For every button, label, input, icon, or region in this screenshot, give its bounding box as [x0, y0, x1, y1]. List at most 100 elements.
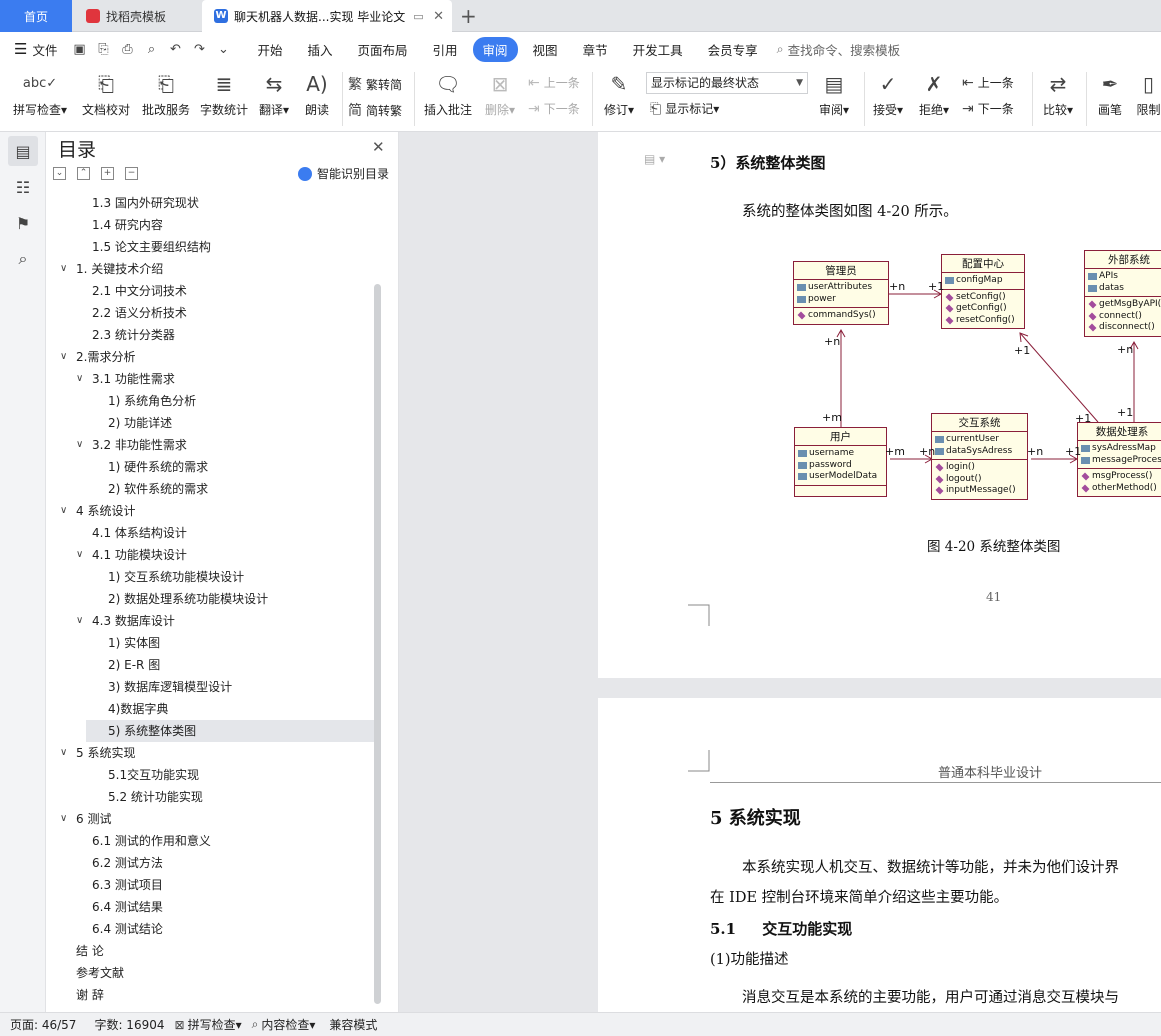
toc-item[interactable]: ∨ 5 系统实现: [46, 742, 376, 764]
toc-item[interactable]: 2.3 统计分类器: [46, 324, 376, 346]
menu-tab[interactable]: 开始: [247, 37, 292, 62]
menu-tab[interactable]: 会员专享: [698, 37, 768, 62]
toc-item[interactable]: 2.2 语义分析技术: [46, 302, 376, 324]
toc-item[interactable]: 6.1 测试的作用和意义: [46, 830, 376, 852]
toc-item[interactable]: 6.4 测试结论: [46, 918, 376, 940]
toc-item[interactable]: 2) 软件系统的需求: [46, 478, 376, 500]
bookmark-icon[interactable]: ⚑: [8, 208, 38, 238]
print-preview-icon[interactable]: ⌕: [141, 42, 161, 57]
menu-tab[interactable]: 审阅: [472, 36, 518, 62]
redo-icon[interactable]: ↷: [189, 42, 209, 57]
menu-tab[interactable]: 视图: [523, 37, 568, 62]
toc-item[interactable]: 谢 辞: [46, 984, 376, 1006]
chevron-down-icon[interactable]: ∨: [60, 808, 67, 830]
delete-comment-button[interactable]: ⊠ 删除▾: [480, 70, 520, 118]
search-icon[interactable]: ⌕: [8, 244, 38, 274]
undo-icon[interactable]: ↶: [165, 42, 185, 57]
toc-item[interactable]: 4.1 体系结构设计: [46, 522, 376, 544]
new-tab-button[interactable]: +: [460, 4, 477, 28]
toc-item[interactable]: 6.4 测试结果: [46, 896, 376, 918]
smart-toc-button[interactable]: 智能识别目录: [298, 165, 389, 182]
command-search[interactable]: ⌕ 查找命令、搜索模板: [777, 40, 901, 59]
toc-item[interactable]: 1.4 研究内容: [46, 214, 376, 236]
translate-button[interactable]: ⇆ 翻译▾: [254, 70, 294, 118]
chevron-down-icon[interactable]: ∨: [60, 742, 67, 764]
toc-item[interactable]: 5.2 统计功能实现: [46, 786, 376, 808]
reject-button[interactable]: ✗ 拒绝▾: [914, 70, 954, 118]
add-heading-icon[interactable]: +: [101, 167, 114, 180]
toc-item[interactable]: ∨ 4.1 功能模块设计: [46, 544, 376, 566]
paragraph-handle-icon[interactable]: ▤ ▾: [644, 152, 665, 166]
menu-tab[interactable]: 引用: [423, 37, 468, 62]
word-count[interactable]: 字数: 16904: [94, 1016, 164, 1033]
menu-tab[interactable]: 章节: [573, 37, 618, 62]
chevron-down-icon[interactable]: ∨: [60, 258, 67, 280]
tab-template[interactable]: 找稻壳模板: [72, 0, 202, 32]
toc-item[interactable]: 6.3 测试项目: [46, 874, 376, 896]
doc-proof-button[interactable]: ⎗ 文档校对: [80, 70, 132, 118]
toc-item[interactable]: ∨ 6 测试: [46, 808, 376, 830]
chevron-down-icon[interactable]: ∨: [60, 500, 67, 522]
prev-comment-button[interactable]: ⇤ 上一条: [528, 74, 580, 91]
track-changes-button[interactable]: ✎ 修订▾: [600, 70, 638, 118]
toc-item[interactable]: ∨ 3.1 功能性需求: [46, 368, 376, 390]
toc-item[interactable]: 1.3 国内外研究现状: [46, 192, 376, 214]
prev-change-button[interactable]: ⇤ 上一条: [962, 74, 1014, 91]
toc-item[interactable]: 2) 功能详述: [46, 412, 376, 434]
toc-item[interactable]: 1) 硬件系统的需求: [46, 456, 376, 478]
toc-item[interactable]: 1.5 论文主要组织结构: [46, 236, 376, 258]
toc-item[interactable]: 2) 数据处理系统功能模块设计: [46, 588, 376, 610]
menu-tab[interactable]: 插入: [297, 37, 342, 62]
remove-heading-icon[interactable]: −: [125, 167, 138, 180]
wordcount-button[interactable]: ≣ 字数统计: [198, 70, 250, 118]
close-icon[interactable]: ✕: [372, 138, 385, 156]
markup-state-select[interactable]: 显示标记的最终状态 ▼: [646, 72, 808, 94]
toc-item[interactable]: ∨ 4.3 数据库设计: [46, 610, 376, 632]
toc-item[interactable]: 1) 系统角色分析: [46, 390, 376, 412]
toc-item[interactable]: 2) E-R 图: [46, 654, 376, 676]
expand-up-icon[interactable]: ⌃: [77, 167, 90, 180]
insert-comment-button[interactable]: 🗨 插入批注: [420, 70, 476, 118]
menu-tab[interactable]: 页面布局: [348, 37, 418, 62]
simp-to-trad-button[interactable]: 简简转繁: [348, 100, 402, 120]
outline-icon[interactable]: ☷: [8, 172, 38, 202]
toc-scrollbar[interactable]: [374, 284, 381, 1004]
toc-item[interactable]: ∨ 3.2 非功能性需求: [46, 434, 376, 456]
close-tab-icon[interactable]: ✕: [433, 9, 444, 24]
toc-item[interactable]: 1) 交互系统功能模块设计: [46, 566, 376, 588]
chevron-down-icon[interactable]: ∨: [76, 544, 83, 566]
read-aloud-button[interactable]: A) 朗读: [300, 70, 334, 118]
toc-item[interactable]: 5.1交互功能实现: [46, 764, 376, 786]
correction-button[interactable]: ⎗ 批改服务: [140, 70, 192, 118]
tab-home[interactable]: 首页: [0, 0, 72, 32]
toc-item[interactable]: 5) 系统整体类图: [86, 720, 374, 742]
toc-item[interactable]: ∨ 4 系统设计: [46, 500, 376, 522]
accept-button[interactable]: ✓ 接受▾: [868, 70, 908, 118]
show-markup-button[interactable]: ⎗ 显示标记 ▾: [650, 100, 719, 117]
toc-item[interactable]: 3) 数据库逻辑模型设计: [46, 676, 376, 698]
save-icon[interactable]: ▣: [69, 42, 89, 57]
next-comment-button[interactable]: ⇥ 下一条: [528, 100, 580, 117]
customize-chevron-icon[interactable]: ⌄: [213, 42, 233, 57]
chevron-down-icon[interactable]: ∨: [76, 434, 83, 456]
menu-tab[interactable]: 开发工具: [623, 37, 693, 62]
next-change-button[interactable]: ⇥ 下一条: [962, 100, 1014, 117]
tab-window-icon[interactable]: ▭: [413, 10, 423, 23]
toc-item[interactable]: 4)数据字典: [46, 698, 376, 720]
file-menu[interactable]: ☰ 文件: [0, 40, 57, 59]
chevron-down-icon[interactable]: ∨: [60, 346, 67, 368]
chevron-down-icon[interactable]: ∨: [76, 368, 83, 390]
export-pdf-icon[interactable]: ⎘: [93, 42, 113, 57]
compare-button[interactable]: ⇄ 比较▾: [1036, 70, 1080, 118]
page-indicator[interactable]: 页面: 46/57: [10, 1016, 76, 1033]
restrict-button[interactable]: ▯ 限制: [1136, 70, 1161, 118]
collapse-all-icon[interactable]: ⌄: [53, 167, 66, 180]
toc-item[interactable]: 2.1 中文分词技术: [46, 280, 376, 302]
tab-document[interactable]: W 聊天机器人数据...实现 毕业论文 ▭ ✕: [202, 0, 452, 32]
spellcheck-status[interactable]: ⊠ 拼写检查 ▾: [175, 1016, 242, 1033]
toc-item[interactable]: 1) 实体图: [46, 632, 376, 654]
toc-item[interactable]: 6.2 测试方法: [46, 852, 376, 874]
toc-item[interactable]: ∨ 2.需求分析: [46, 346, 376, 368]
toc-item[interactable]: 参考文献: [46, 962, 376, 984]
review-pane-button[interactable]: ▤ 审阅▾: [814, 70, 854, 118]
